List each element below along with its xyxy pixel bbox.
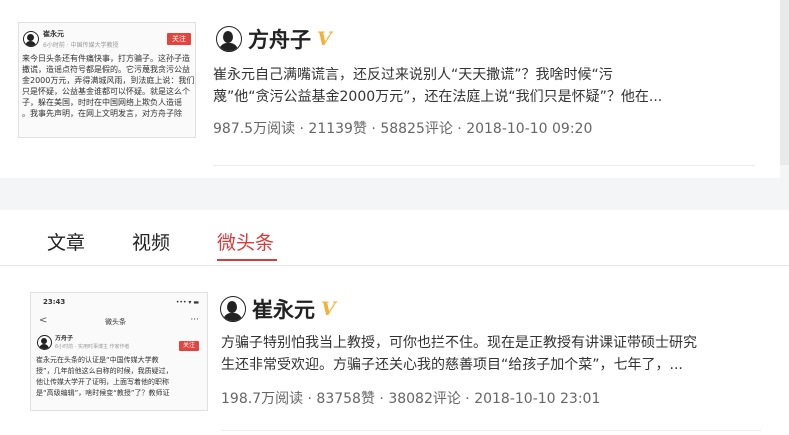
thumb-follow-button: 关注	[167, 33, 191, 45]
thumb-line: 他让传媒大学开了证明，上面写着他的职称	[36, 378, 169, 386]
verified-icon: V	[321, 298, 336, 320]
thumb-line: 。我事先声明，在网上文明发言，对方舟子除	[22, 109, 182, 118]
excerpt-line: 方骗子特别怕我当上教授，可你也拦不住。现在是正教授有讲课证带硕士研究	[221, 335, 697, 351]
author-name[interactable]: 崔永元	[252, 294, 315, 324]
thumb-follow-button: 关注	[179, 341, 199, 351]
tab-articles[interactable]: 文章	[47, 228, 85, 255]
thumb-line: 撒谎，造谣点符号都是假的。它污蔑我贪污公益	[22, 65, 190, 74]
post-1-excerpt[interactable]: 崔永元自己满嘴谎言，还反过来说别人“天天撒谎”？我啥时候“污 蔑”他“贪污公益基…	[213, 64, 759, 108]
post-2-stats: 198.7万阅读 · 83758赞 · 38082评论 · 2018-10-10…	[221, 391, 601, 407]
thumb-line: 是“高级编辑”，啥时候变“教授”了？教师证	[36, 389, 170, 397]
divider	[213, 165, 755, 166]
thumb-line: 金2000万元，弄得满城风雨，到法庭上说：我们	[22, 76, 194, 85]
verified-icon: V	[317, 28, 332, 50]
thumb-line: 只是怀疑，公益基金谁都可以怀疑。就是这么个	[22, 87, 190, 96]
thumb-avatar	[37, 335, 52, 350]
content-tabs: 文章 视频 微头条	[0, 210, 789, 266]
avatar[interactable]	[220, 296, 246, 322]
active-tab-indicator	[217, 259, 277, 261]
thumb-line: 授”，几年前他这么自称的时候，我质疑过，	[36, 367, 173, 375]
post-1-author[interactable]: 方舟子 V	[216, 24, 332, 54]
thumb-status-icons: ••• ▾ ▬	[175, 299, 199, 306]
thumb-more-icon: ···	[190, 315, 199, 325]
thumb-author: 崔永元	[43, 30, 64, 38]
tab-weitoutiao[interactable]: 微头条	[217, 228, 274, 255]
thumb-avatar	[23, 31, 39, 47]
excerpt-line: 生还非常受欢迎。方骗子还关心我的慈善项目“给孩子加个菜”，七年了，...	[221, 357, 683, 373]
tab-videos[interactable]: 视频	[132, 228, 170, 255]
post-card-1: 崔永元 6小时前 · 中国传媒大学教授 关注 来今日头条还有件痛快事，打方骗子。…	[0, 0, 780, 178]
divider	[221, 430, 761, 431]
thumb-title: 微头条	[105, 318, 126, 326]
post-1-stats: 987.5万阅读 · 21139赞 · 58825评论 · 2018-10-10…	[213, 121, 593, 137]
thumb-author-row: 方舟子 6小时前 · 实用时事博主 作家作者	[37, 335, 130, 350]
avatar[interactable]	[216, 26, 242, 52]
thumb-meta: 6小时前 · 实用时事博主 作家作者	[55, 344, 130, 350]
thumb-author-row: 崔永元 6小时前 · 中国传媒大学教授	[23, 29, 119, 49]
author-name[interactable]: 方舟子	[248, 24, 311, 54]
thumb-meta: 6小时前 · 中国传媒大学教授	[43, 42, 119, 49]
thumb-author: 方舟子	[55, 335, 74, 342]
excerpt-line: 蔑”他“贪污公益基金2000万元”，还在法庭上说“我们只是怀疑”？他在...	[213, 89, 663, 105]
post-2-thumbnail[interactable]: 23:43 ••• ▾ ▬ < 微头条 ··· 方舟子 6小时前 · 实用时事博…	[30, 292, 208, 411]
post-2-excerpt[interactable]: 方骗子特别怕我当上教授，可你也拦不住。现在是正教授有讲课证带硕士研究 生还非常受…	[221, 332, 761, 376]
excerpt-line: 崔永元自己满嘴谎言，还反过来说别人“天天撒谎”？我啥时候“污	[213, 67, 613, 83]
thumb-line: 子，躲在美国，时时在中国网络上欺负人造谣	[22, 98, 182, 107]
post-1-thumbnail[interactable]: 崔永元 6小时前 · 中国传媒大学教授 关注 来今日头条还有件痛快事，打方骗子。…	[18, 22, 196, 138]
thumb-back-icon: <	[39, 315, 48, 326]
thumb-line: 来今日头条还有件痛快事，打方骗子。这孙子造	[22, 54, 190, 63]
post-2-author[interactable]: 崔永元 V	[220, 294, 336, 324]
thumb-status-time: 23:43	[43, 298, 66, 306]
scrollbar[interactable]	[780, 0, 789, 165]
thumb-line: 崔永元在头条的认证是“中国传媒大学教	[36, 356, 159, 364]
